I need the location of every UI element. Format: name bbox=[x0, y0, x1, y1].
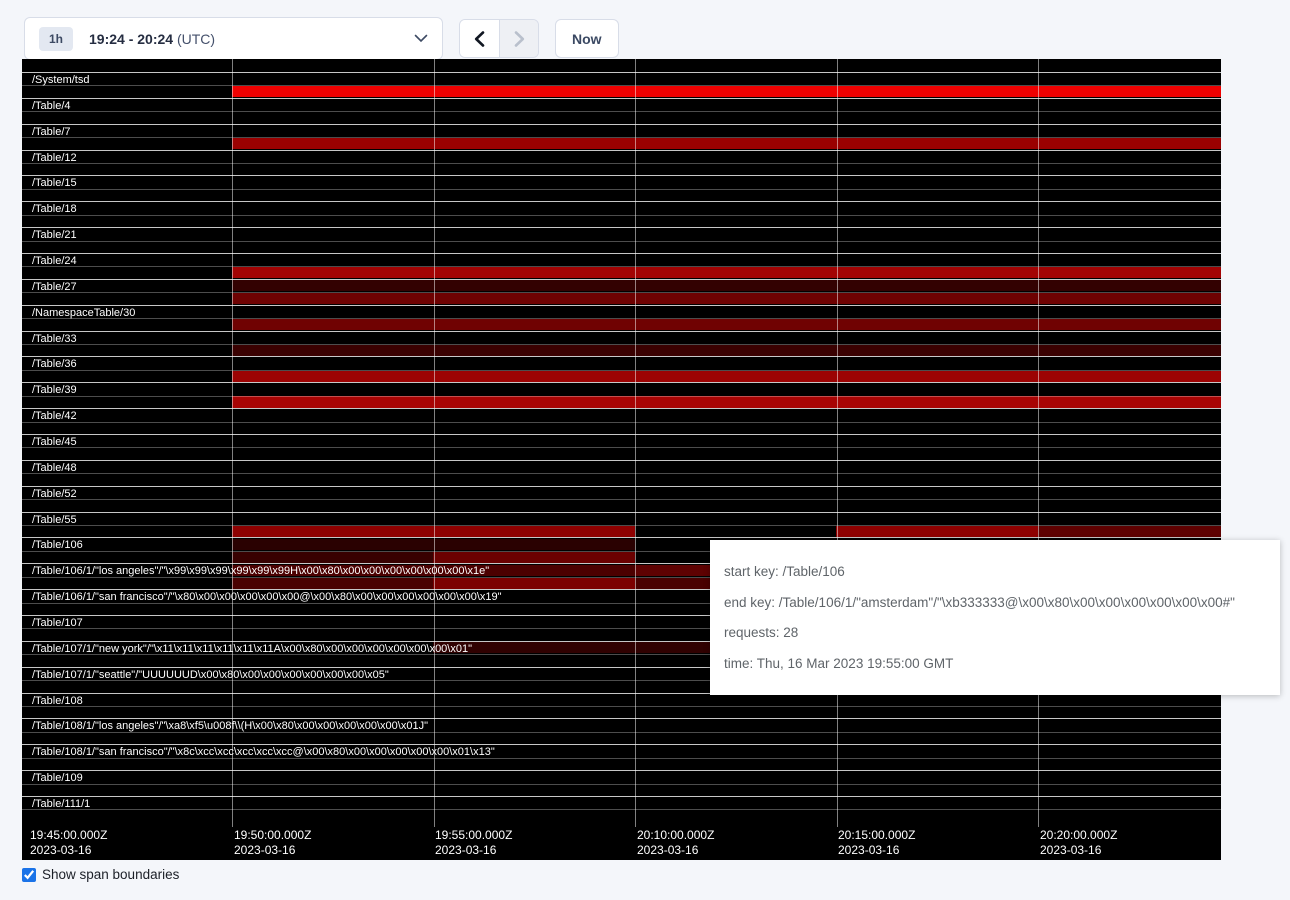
span-row-label: /Table/18 bbox=[32, 203, 77, 215]
keyvis-heatmap-canvas[interactable]: /System/tsd/Table/4/Table/7/Table/12/Tab… bbox=[22, 59, 1221, 860]
chevron-left-icon bbox=[474, 31, 485, 47]
chevron-right-icon bbox=[514, 31, 525, 47]
x-axis-tick-label: 19:55:00.000Z2023-03-16 bbox=[435, 828, 512, 858]
span-row-label: /Table/42 bbox=[32, 410, 77, 422]
time-gridline bbox=[837, 59, 838, 827]
span-row-label: /Table/24 bbox=[32, 255, 77, 267]
span-row-label: /Table/111/1 bbox=[32, 798, 90, 810]
span-row: /Table/18 bbox=[22, 201, 1221, 227]
span-row: /Table/4 bbox=[22, 98, 1221, 124]
range-time-span: 19:24 - 20:24 bbox=[89, 31, 173, 47]
span-row: /Table/33 bbox=[22, 331, 1221, 357]
span-row: /Table/7 bbox=[22, 124, 1221, 150]
time-toolbar: 1h 19:24 - 20:24 (UTC) Now bbox=[24, 17, 619, 60]
tooltip-end-key: end key: /Table/106/1/"amsterdam"/"\xb33… bbox=[724, 595, 1266, 610]
time-gridline bbox=[635, 59, 636, 827]
span-row-label: /Table/7 bbox=[32, 126, 71, 138]
chevron-down-icon bbox=[414, 34, 428, 43]
span-row-label: /Table/45 bbox=[32, 436, 77, 448]
span-row: /Table/12 bbox=[22, 150, 1221, 176]
span-row: /Table/21 bbox=[22, 227, 1221, 253]
range-duration-badge: 1h bbox=[39, 27, 73, 51]
time-nav-group bbox=[459, 19, 539, 58]
span-row-label: /Table/21 bbox=[32, 229, 77, 241]
span-row: /Table/39 bbox=[22, 382, 1221, 408]
span-row-label: /Table/108 bbox=[32, 695, 83, 707]
span-row: /Table/27 bbox=[22, 279, 1221, 305]
span-row-label: /Table/108/1/"los angeles"/"\xa8\xf5\u00… bbox=[32, 720, 428, 732]
range-text: 19:24 - 20:24 (UTC) bbox=[89, 31, 215, 47]
next-interval-button[interactable] bbox=[499, 20, 538, 57]
span-row: /Table/45 bbox=[22, 434, 1221, 460]
span-row-label: /Table/4 bbox=[32, 100, 71, 112]
tooltip-time: time: Thu, 16 Mar 2023 19:55:00 GMT bbox=[724, 656, 1266, 671]
now-button[interactable]: Now bbox=[555, 19, 619, 58]
span-row: /Table/109 bbox=[22, 770, 1221, 796]
span-row-label: /Table/106 bbox=[32, 539, 83, 551]
show-span-boundaries-control: Show span boundaries bbox=[22, 867, 179, 882]
span-row: /System/tsd bbox=[22, 72, 1221, 98]
x-axis-tick-label: 20:15:00.000Z2023-03-16 bbox=[838, 828, 915, 858]
heatmap-rows: /System/tsd/Table/4/Table/7/Table/12/Tab… bbox=[22, 59, 1221, 823]
span-row: /Table/36 bbox=[22, 356, 1221, 382]
span-row-label: /Table/48 bbox=[32, 462, 77, 474]
x-axis-tick-label: 19:50:00.000Z2023-03-16 bbox=[234, 828, 311, 858]
span-row-label: /Table/15 bbox=[32, 177, 77, 189]
span-row: /Table/15 bbox=[22, 175, 1221, 201]
span-row: /Table/52 bbox=[22, 486, 1221, 512]
range-utc-label: (UTC) bbox=[177, 31, 215, 47]
span-row-label: /Table/107 bbox=[32, 617, 83, 629]
span-row: /NamespaceTable/30 bbox=[22, 305, 1221, 331]
x-axis-tick-label: 20:20:00.000Z2023-03-16 bbox=[1040, 828, 1117, 858]
time-gridline bbox=[434, 59, 435, 827]
span-row: /Table/42 bbox=[22, 408, 1221, 434]
span-row-label: /Table/106/1/"los angeles"/"\x99\x99\x99… bbox=[32, 565, 489, 577]
span-row-label: /Table/107/1/"new york"/"\x11\x11\x11\x1… bbox=[32, 643, 472, 655]
span-row-label: /Table/12 bbox=[32, 152, 77, 164]
span-row-label: /Table/39 bbox=[32, 384, 77, 396]
span-row: /Table/108 bbox=[22, 693, 1221, 719]
span-row-label: /Table/108/1/"san francisco"/"\x8c\xcc\x… bbox=[32, 746, 495, 758]
span-row: /Table/108/1/"san francisco"/"\x8c\xcc\x… bbox=[22, 744, 1221, 770]
span-row: /Table/111/1 bbox=[22, 796, 1221, 822]
span-row: /Table/108/1/"los angeles"/"\xa8\xf5\u00… bbox=[22, 718, 1221, 744]
span-row-label: /Table/55 bbox=[32, 514, 77, 526]
show-span-boundaries-checkbox[interactable] bbox=[22, 868, 36, 882]
span-row-label: /Table/27 bbox=[32, 281, 77, 293]
tooltip-requests: requests: 28 bbox=[724, 625, 1266, 640]
x-axis-tick-label: 19:45:00.000Z2023-03-16 bbox=[30, 828, 107, 858]
span-row-label: /Table/106/1/"san francisco"/"\x80\x00\x… bbox=[32, 591, 502, 603]
span-row-label: /Table/52 bbox=[32, 488, 77, 500]
span-row-label: /System/tsd bbox=[32, 74, 89, 86]
time-gridline bbox=[232, 59, 233, 827]
span-row: /Table/55 bbox=[22, 512, 1221, 538]
span-row: /Table/48 bbox=[22, 460, 1221, 486]
span-row-label: /NamespaceTable/30 bbox=[32, 307, 135, 319]
span-row-label: /Table/33 bbox=[32, 333, 77, 345]
heatmap-tooltip: start key: /Table/106 end key: /Table/10… bbox=[710, 540, 1280, 695]
prev-interval-button[interactable] bbox=[460, 20, 499, 57]
span-row-label: /Table/36 bbox=[32, 358, 77, 370]
span-row-label: /Table/107/1/"seattle"/"UUUUUUD\x00\x80\… bbox=[32, 669, 389, 681]
x-axis-tick-label: 20:10:00.000Z2023-03-16 bbox=[637, 828, 714, 858]
span-row: /Table/24 bbox=[22, 253, 1221, 279]
show-span-boundaries-label: Show span boundaries bbox=[42, 867, 179, 882]
span-row-label: /Table/109 bbox=[32, 772, 83, 784]
time-range-select[interactable]: 1h 19:24 - 20:24 (UTC) bbox=[24, 17, 443, 60]
tooltip-start-key: start key: /Table/106 bbox=[724, 564, 1266, 579]
time-gridline bbox=[1038, 59, 1039, 827]
